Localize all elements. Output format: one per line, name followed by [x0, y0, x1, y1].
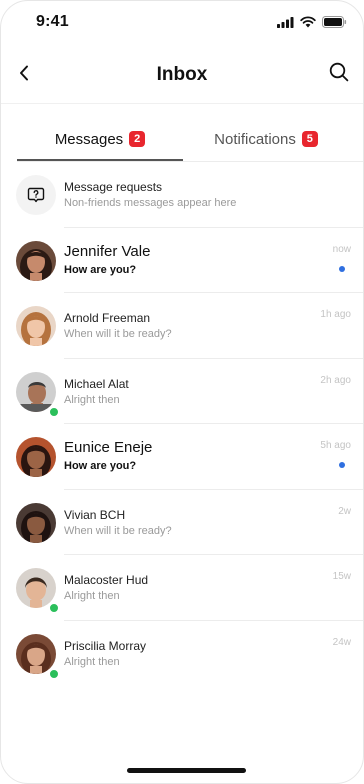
message-preview: Alright then — [64, 655, 120, 668]
notifications-badge: 5 — [301, 131, 318, 147]
online-status-dot — [48, 667, 60, 680]
contact-name: Vivian BCH — [64, 507, 126, 522]
message-time: now — [332, 243, 351, 255]
contact-name: Malacoster Hud — [64, 573, 149, 587]
online-status-dot — [48, 405, 60, 418]
contact-name: Priscilia Morray — [64, 638, 147, 653]
header-divider — [1, 103, 363, 104]
contact-name: Michael Alat — [64, 376, 129, 391]
message-time: 15w — [332, 571, 351, 582]
avatar — [16, 437, 56, 477]
page-title: Inbox — [156, 64, 208, 85]
contact-name: Arnold Freeman — [64, 311, 151, 325]
conversation-row[interactable]: Priscilia Morray Alright then 24w — [1, 621, 363, 687]
message-preview: Alright then — [64, 590, 120, 602]
tab-bar: Messages 2 Notifications 5 — [1, 117, 363, 161]
message-preview: How are you? — [64, 263, 137, 276]
message-time: 1h ago — [320, 309, 351, 320]
message-requests-title: Message requests — [64, 180, 163, 194]
message-requests-subtitle: Non-friends messages appear here — [64, 197, 237, 209]
conversation-row[interactable]: Vivian BCH When will it be ready? 2w — [1, 490, 363, 556]
message-requests-row[interactable]: Message requests Non-friends messages ap… — [1, 162, 363, 228]
tab-notifications[interactable]: Notifications 5 — [183, 117, 349, 161]
wifi-icon — [300, 15, 316, 33]
tab-label: Messages — [54, 130, 124, 148]
avatar — [16, 502, 56, 543]
message-preview: How are you? — [64, 460, 137, 472]
tab-messages[interactable]: Messages 2 — [17, 117, 183, 161]
battery-icon — [322, 15, 347, 33]
contact-name: Jennifer Vale — [64, 242, 151, 260]
search-button[interactable] — [327, 62, 351, 86]
question-bubble-icon — [16, 175, 56, 215]
message-preview: Alright then — [64, 393, 120, 406]
status-bar: 9:41 — [1, 1, 363, 45]
search-icon — [329, 62, 349, 87]
message-preview: When will it be ready? — [64, 328, 172, 340]
conversation-row[interactable]: Arnold Freeman When will it be ready? 1h… — [1, 293, 363, 359]
avatar — [16, 240, 56, 281]
message-time: 24w — [332, 636, 351, 648]
avatar — [16, 306, 56, 346]
home-indicator — [127, 768, 246, 773]
unread-dot — [339, 265, 345, 272]
online-status-dot — [48, 602, 60, 614]
conversation-row[interactable]: Eunice Eneje How are you? 5h ago — [1, 424, 363, 490]
unread-dot — [339, 462, 345, 468]
avatar — [16, 633, 56, 674]
signal-icon — [277, 15, 294, 33]
conversation-row[interactable]: Jennifer Vale How are you? now — [1, 228, 363, 294]
message-time: 2h ago — [320, 374, 351, 386]
header: Inbox — [1, 57, 363, 97]
status-icons — [277, 15, 347, 33]
tab-label: Notifications — [214, 130, 296, 148]
avatar — [16, 371, 56, 412]
conversation-row[interactable]: Malacoster Hud Alright then 15w — [1, 555, 363, 621]
messages-badge: 2 — [129, 131, 146, 147]
phone-screen: 9:41 Inbox Messages 2 Notifications 5 Me… — [0, 0, 364, 784]
contact-name: Eunice Eneje — [64, 439, 153, 456]
message-preview: When will it be ready? — [64, 524, 172, 537]
status-time: 9:41 — [36, 13, 69, 30]
conversation-list: Message requests Non-friends messages ap… — [1, 162, 363, 686]
conversation-row[interactable]: Michael Alat Alright then 2h ago — [1, 359, 363, 425]
message-time: 2w — [338, 505, 351, 517]
message-time: 5h ago — [320, 440, 351, 451]
